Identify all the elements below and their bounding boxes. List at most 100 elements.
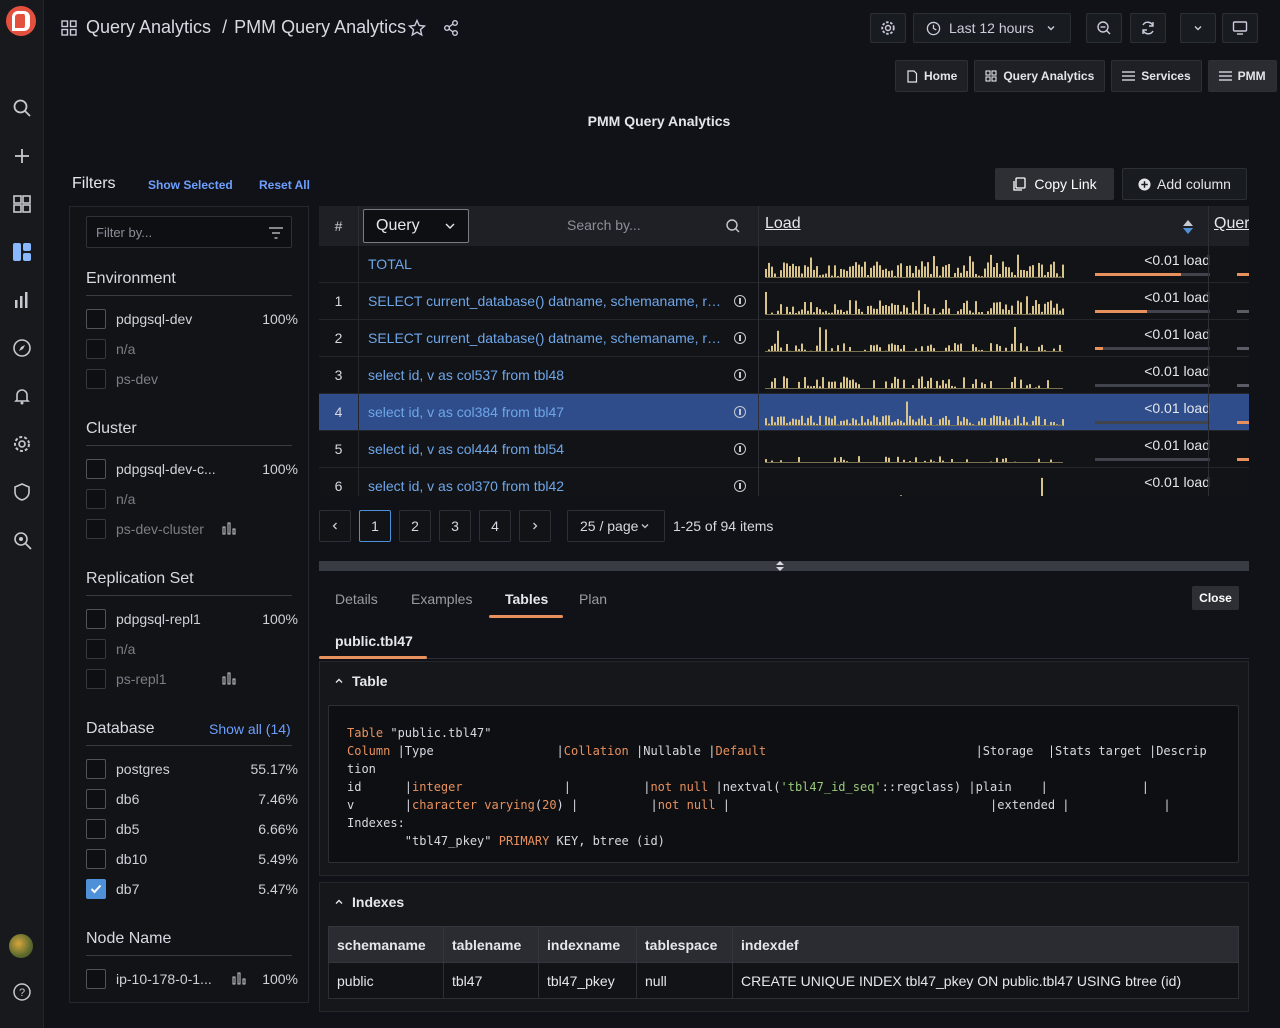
page-2-button[interactable]: 2 [399,510,431,542]
filter-option[interactable]: n/a [86,638,298,660]
filter-option[interactable]: ps-dev-cluster [86,518,298,540]
checkbox[interactable] [86,369,106,389]
bar-chart-icon[interactable] [232,971,246,988]
query-dimension-select[interactable]: Query [363,209,469,243]
checkbox[interactable] [86,489,106,509]
checkbox-checked[interactable] [86,879,106,899]
checkbox[interactable] [86,519,106,539]
link-services[interactable]: Services [1111,60,1202,92]
checkbox[interactable] [86,849,106,869]
refresh-interval-dropdown[interactable] [1180,13,1216,43]
share-icon[interactable] [442,19,460,42]
table-row[interactable]: 5 select id, v as col444 from tbl54 <0.01 … [319,431,1249,468]
checkbox[interactable] [86,309,106,329]
link-pmm[interactable]: PMM [1207,60,1277,92]
pmm-logo-icon[interactable] [6,6,36,36]
table-row[interactable]: 2 SELECT current_database() datname, sche… [319,320,1249,357]
checkbox[interactable] [86,819,106,839]
filter-option[interactable]: db7 5.47% [86,878,298,900]
checkbox[interactable] [86,759,106,779]
dashboards-icon[interactable] [8,190,36,218]
close-details-button[interactable]: Close [1192,586,1239,610]
filter-option[interactable]: n/a [86,338,298,360]
tab-details[interactable]: Details [335,591,378,607]
checkbox[interactable] [86,339,106,359]
page-size-select[interactable]: 25 / page [567,510,665,542]
show-selected-link[interactable]: Show Selected [148,178,233,192]
table-section-title[interactable]: Table [352,673,388,689]
dashboard-settings-button[interactable] [870,13,906,43]
query-text-link[interactable]: TOTAL [368,256,728,272]
checkbox[interactable] [86,459,106,479]
plus-icon[interactable] [8,142,36,170]
filter-option[interactable]: pdpgsql-dev 100% [86,308,298,330]
checkbox[interactable] [86,639,106,659]
star-icon[interactable] [407,18,427,42]
search-icon[interactable] [8,94,36,122]
table-row[interactable]: 3 select id, v as col537 from tbl48 <0.01 … [319,357,1249,394]
info-icon[interactable] [734,443,746,455]
query-text-link[interactable]: SELECT current_database() datname, schem… [368,293,728,309]
help-icon[interactable]: ? [8,978,36,1006]
add-column-button[interactable]: Add column [1122,168,1247,200]
time-range-picker[interactable]: Last 12 hours [913,13,1071,43]
checkbox[interactable] [86,789,106,809]
chevron-up-icon[interactable] [334,897,344,907]
query-text-link[interactable]: SELECT current_database() datname, schem… [368,330,728,346]
page-4-button[interactable]: 4 [479,510,511,542]
reset-all-link[interactable]: Reset All [259,178,310,192]
shield-icon[interactable] [8,478,36,506]
table-row[interactable]: 6 select id, v as col370 from tbl42 <0.01 … [319,468,1249,496]
query-text-link[interactable]: select id, v as col444 from tbl54 [368,441,728,457]
query-count-column-header[interactable]: Quer [1214,215,1249,233]
bar-chart-icon[interactable] [222,671,236,688]
table-row[interactable]: TOTAL <0.01 load [319,246,1249,283]
filter-option[interactable]: pdpgsql-dev-c... 100% [86,458,298,480]
prev-page-button[interactable] [319,510,351,542]
info-icon[interactable] [734,480,746,492]
gear-icon[interactable] [8,430,36,458]
filter-option[interactable]: ip-10-178-0-1... 100% [86,968,298,990]
info-icon[interactable] [734,406,746,418]
query-search-input[interactable]: Search by... [567,217,641,233]
tab-examples[interactable]: Examples [411,591,472,607]
filter-option[interactable]: n/a [86,488,298,510]
filter-search-input[interactable]: Filter by... [86,216,292,248]
table-row[interactable]: 1 SELECT current_database() datname, sche… [319,283,1249,320]
filter-option[interactable]: db5 6.66% [86,818,298,840]
zoom-out-button[interactable] [1086,13,1122,43]
advisors-icon[interactable] [8,526,36,554]
chevron-up-icon[interactable] [334,676,344,686]
tab-tables[interactable]: Tables [505,591,548,607]
link-home[interactable]: Home [895,60,969,92]
filter-option[interactable]: db6 7.46% [86,788,298,810]
info-icon[interactable] [734,369,746,381]
filter-option[interactable]: postgres 55.17% [86,758,298,780]
filter-option[interactable]: ps-repl1 [86,668,298,690]
filter-option[interactable]: db10 5.49% [86,848,298,870]
query-text-link[interactable]: select id, v as col384 from tbl47 [368,404,728,420]
qan-icon[interactable] [8,238,36,266]
resize-splitter[interactable] [319,561,1249,571]
tv-mode-button[interactable] [1222,13,1258,43]
bar-chart-icon[interactable] [8,286,36,314]
indexes-section-title[interactable]: Indexes [352,894,404,910]
filter-option[interactable]: ps-dev [86,368,298,390]
page-3-button[interactable]: 3 [439,510,471,542]
refresh-button[interactable] [1130,13,1166,43]
bell-icon[interactable] [8,382,36,410]
query-text-link[interactable]: select id, v as col370 from tbl42 [368,478,728,494]
sort-icon[interactable] [1182,219,1194,235]
copy-link-button[interactable]: Copy Link [995,168,1114,200]
subtab-public-tbl47[interactable]: public.tbl47 [335,633,413,649]
compass-icon[interactable] [8,334,36,362]
user-avatar[interactable] [9,934,33,958]
query-text-link[interactable]: select id, v as col537 from tbl48 [368,367,728,383]
show-all-database-link[interactable]: Show all (14) [209,721,291,737]
tab-plan[interactable]: Plan [579,591,607,607]
load-column-header[interactable]: Load [765,215,801,233]
apps-grid-icon[interactable] [61,20,77,41]
checkbox[interactable] [86,609,106,629]
checkbox[interactable] [86,669,106,689]
link-query-analytics[interactable]: Query Analytics [974,60,1106,92]
